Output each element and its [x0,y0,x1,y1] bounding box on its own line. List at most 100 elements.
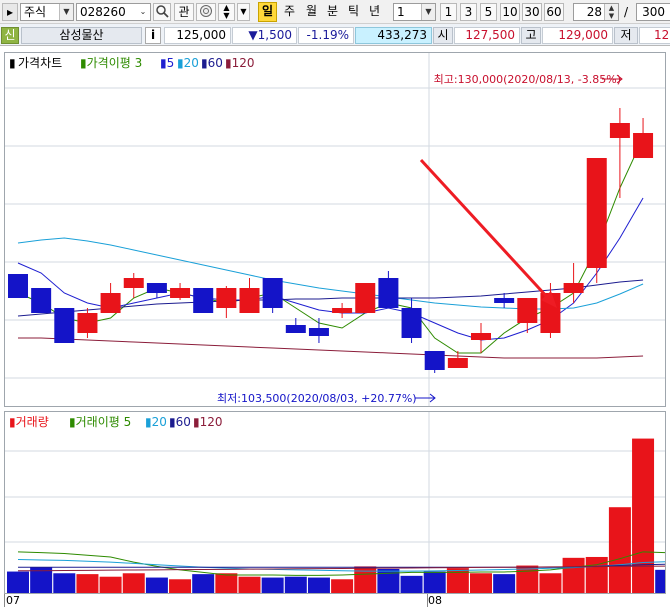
open-label: 시 [433,27,453,44]
candle-body [401,308,422,338]
legend-vol-ma60: ▮60 [169,415,191,429]
candle-body [447,358,468,368]
volume-bar [261,577,284,593]
menu-grip-icon[interactable]: ▸ [2,3,18,21]
spin-icon[interactable]: ▲ ▼ [604,4,618,20]
interval-5-button[interactable]: 5 [480,3,497,21]
price-chart-panel[interactable]: ▮ 가격차트 ▮가격이평 3 ▮5 ▮20 ▮60 ▮120 최고:130,00… [4,52,666,407]
candle [633,118,654,158]
count-separator: / [624,5,629,19]
grid-lines [5,53,665,406]
candle-body [262,278,283,308]
candle [332,303,353,318]
interval-value: 1 [397,5,405,19]
change-value: ▼1,500 [232,27,297,44]
period-minute-button[interactable]: 분 [323,3,342,21]
info-button[interactable]: i [145,27,161,44]
candle [401,298,422,343]
legend-ma5: ▮5 [160,56,174,70]
volume-bar [192,574,215,593]
volume-bar [655,569,665,593]
candle [100,283,121,313]
period-tick-button[interactable]: 틱 [344,3,363,21]
radar-button[interactable] [196,3,216,21]
candle-body [239,288,260,313]
interval-30-button[interactable]: 30 [522,3,542,21]
candle [355,283,376,313]
candle [239,278,260,313]
search-button[interactable] [153,3,171,21]
chevron-down-icon: ⌄ [136,4,150,20]
period-day-button[interactable]: 일 [258,2,277,22]
stock-code-input[interactable]: 028260 ⌄ [76,3,151,21]
legend-marker: ▮ [9,56,16,70]
candle-body [471,333,491,340]
candle-body [123,278,144,288]
interval-3-button[interactable]: 3 [460,3,477,21]
volume-bar [145,577,168,593]
legend-ma20: ▮20 [177,56,199,70]
candle [146,283,167,298]
interval-select[interactable]: 1 ▼ [393,3,436,21]
volume-bar [307,577,330,593]
chevron-down-icon: ▼ [421,4,435,20]
candle-body [332,308,353,313]
legend-vol-ma120: ▮120 [193,415,223,429]
xaxis-tick-aug [427,594,428,607]
period-month-button[interactable]: 월 [302,3,321,21]
xaxis-tick-jul [4,594,5,607]
candle [262,278,283,313]
stock-code-value: 028260 [80,5,126,19]
change-percent: -1.19% [298,27,354,44]
volume-bar [215,573,238,593]
candle-body [494,298,515,303]
volume-bar [238,576,261,593]
interval-10-button[interactable]: 10 [500,3,520,21]
count-total-value: 300 [642,5,665,19]
candle-body [216,288,237,308]
candle [609,108,630,198]
candle-body [77,313,98,333]
candle-body [378,278,399,308]
candle [216,286,237,318]
volume-chart-panel[interactable]: ▮거래량 ▮거래이평 5 ▮20 ▮60 ▮120 [4,411,666,594]
candle-body [517,298,538,323]
legend-volume: ▮거래량 [9,415,49,429]
market-select[interactable]: 주식 ▼ [20,3,74,21]
candle [170,283,191,300]
period-year-button[interactable]: 년 [365,3,384,21]
candle [378,271,399,308]
candle [447,351,468,368]
legend-price-chart: 가격차트 [18,56,62,70]
updown-button[interactable]: ▲ ▼ [218,3,235,21]
gwan-button[interactable]: 관 [174,3,194,21]
candle-body [8,274,28,298]
candle-body [563,283,584,293]
volume-bar [76,574,99,593]
candle [471,323,491,353]
price-chart: ▮ 가격차트 ▮가격이평 3 ▮5 ▮20 ▮60 ▮120 최고:130,00… [5,53,665,406]
count-total-input[interactable]: 300 [636,3,670,21]
volume-bar [354,566,377,593]
candle-body [285,325,306,333]
open-value: 127,500 [454,27,520,44]
current-price: 125,000 [164,27,231,44]
volume-bar [562,557,585,593]
market-select-value: 주식 [24,5,47,19]
candle-body [193,288,214,313]
candle-body [31,288,52,313]
volume-bar [400,575,423,593]
toolbar: ▸ 주식 ▼ 028260 ⌄ 관 ▲ ▼ ▼ 일 주 월 분 틱 년 1 ▼ 1… [0,0,670,24]
count-stepper[interactable]: 28 ▲ ▼ [573,3,619,21]
chevron-down-icon[interactable]: ▼ [237,3,250,21]
candle-body [146,283,167,293]
interval-60-button[interactable]: 60 [544,3,564,21]
volume-chart: ▮거래량 ▮거래이평 5 ▮20 ▮60 ▮120 [5,412,665,593]
volume-bar [632,438,655,593]
period-week-button[interactable]: 주 [280,3,299,21]
volume-bar [284,576,307,593]
candle-body [586,158,607,268]
volume-bar [169,579,192,593]
interval-1-button[interactable]: 1 [440,3,457,21]
volume-bar [539,573,562,593]
